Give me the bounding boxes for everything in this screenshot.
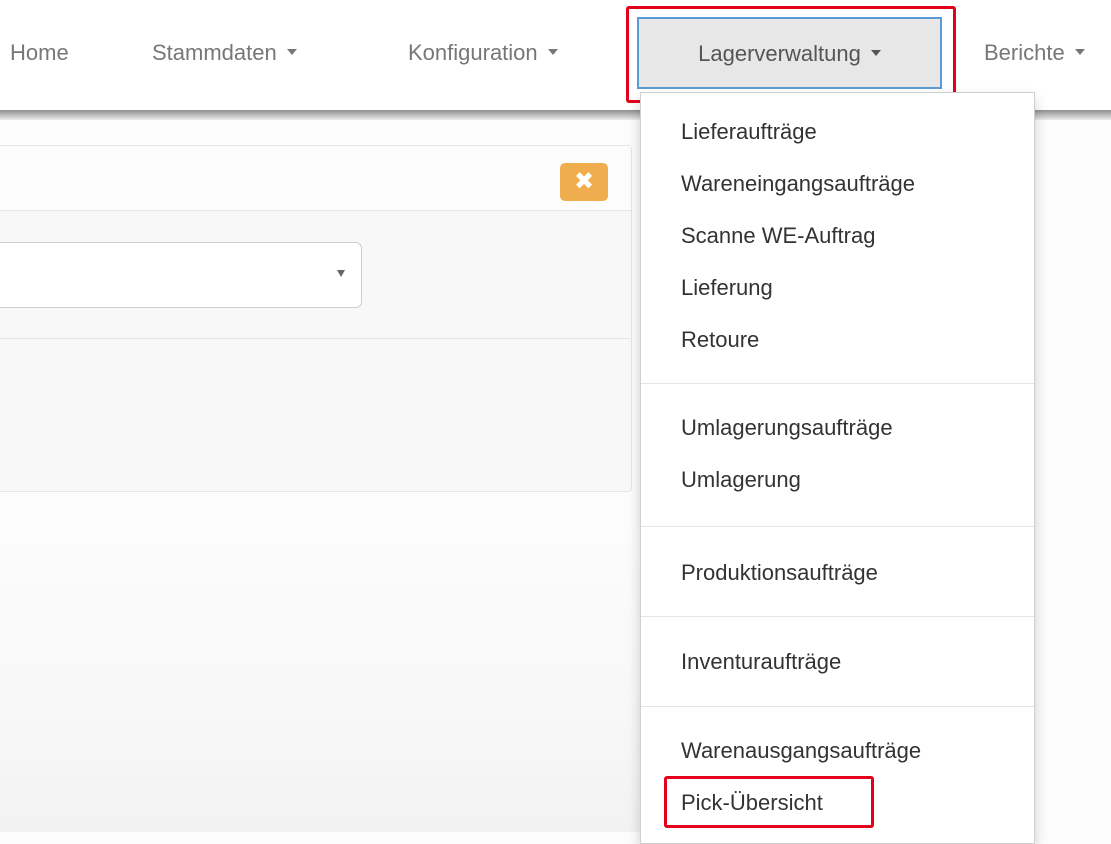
nav-lagerverwaltung[interactable]: Lagerverwaltung — [637, 17, 942, 89]
menu-item-retoure[interactable]: Retoure — [681, 327, 759, 353]
menu-divider — [641, 616, 1034, 617]
select-field[interactable] — [0, 242, 362, 308]
menu-item-pick-uebersicht[interactable]: Pick-Übersicht — [681, 790, 823, 816]
menu-divider — [641, 706, 1034, 707]
chevron-down-icon — [337, 270, 345, 277]
nav-berichte-label: Berichte — [984, 40, 1065, 65]
nav-konfiguration-label: Konfiguration — [408, 40, 538, 65]
caret-down-icon — [547, 49, 558, 56]
nav-home[interactable]: Home — [10, 18, 69, 88]
nav-home-label: Home — [10, 40, 69, 65]
nav-stammdaten-label: Stammdaten — [152, 40, 277, 65]
menu-item-umlagerung[interactable]: Umlagerung — [681, 467, 801, 493]
panel-header — [0, 146, 631, 211]
close-button[interactable]: ✖ — [560, 163, 608, 201]
menu-divider — [641, 383, 1034, 384]
nav-lagerverwaltung-label: Lagerverwaltung — [698, 41, 861, 66]
menu-item-lieferung[interactable]: Lieferung — [681, 275, 773, 301]
caret-down-icon — [1074, 49, 1085, 56]
caret-down-icon — [870, 50, 881, 57]
menu-divider — [641, 526, 1034, 527]
nav-stammdaten[interactable]: Stammdaten — [152, 18, 297, 88]
panel-divider — [0, 338, 630, 339]
menu-item-inventurauftraege[interactable]: Inventuraufträge — [681, 649, 841, 675]
nav-berichte[interactable]: Berichte — [984, 18, 1085, 88]
close-icon: ✖ — [573, 168, 595, 195]
menu-item-lieferauftraege[interactable]: Lieferaufträge — [681, 119, 817, 145]
nav-konfiguration[interactable]: Konfiguration — [408, 18, 558, 88]
background-panel — [0, 145, 632, 492]
background-content — [0, 520, 640, 832]
menu-item-produktionsauftraege[interactable]: Produktionsaufträge — [681, 560, 878, 586]
lagerverwaltung-dropdown: Lieferaufträge Wareneingangsaufträge Sca… — [640, 92, 1035, 844]
menu-item-warenausgangsauftraege[interactable]: Warenausgangsaufträge — [681, 738, 921, 764]
menu-item-scanne-we-auftrag[interactable]: Scanne WE-Auftrag — [681, 223, 875, 249]
caret-down-icon — [286, 49, 297, 56]
menu-item-umlagerungsauftraege[interactable]: Umlagerungsaufträge — [681, 415, 893, 441]
menu-item-wareneingangsauftraege[interactable]: Wareneingangsaufträge — [681, 171, 915, 197]
